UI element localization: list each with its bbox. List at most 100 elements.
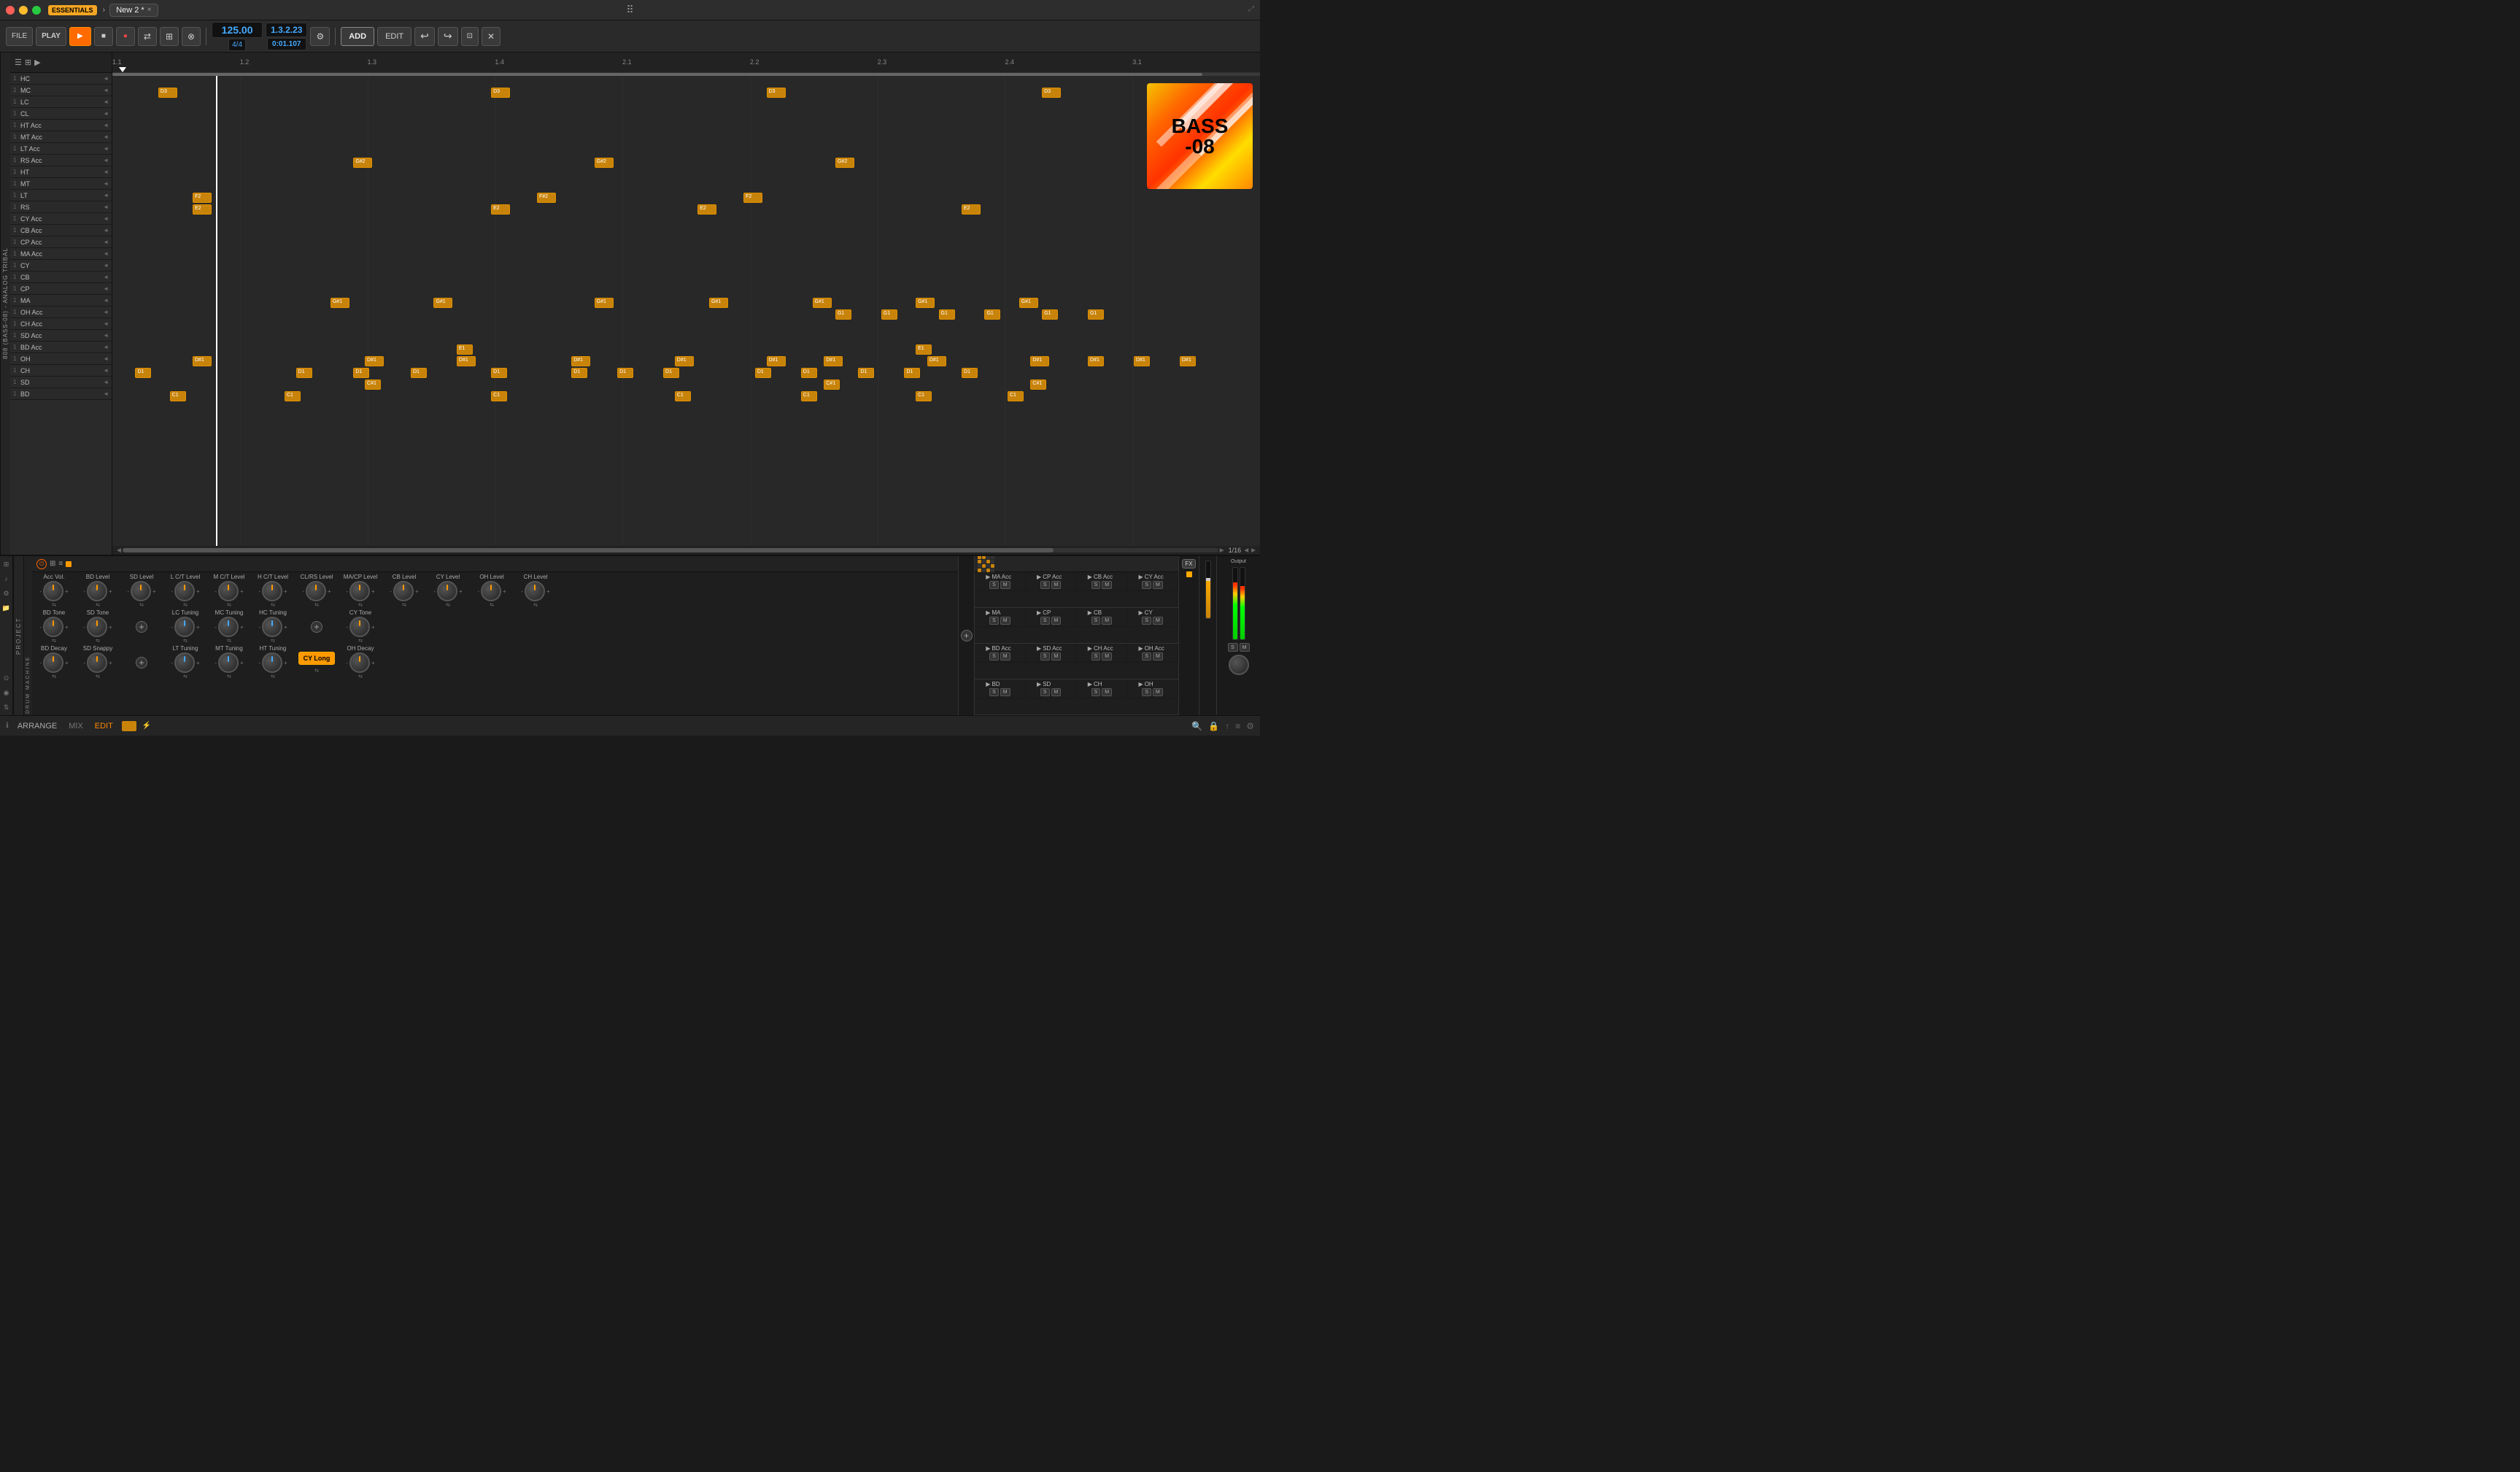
pattern-block[interactable]: C#1 bbox=[1030, 379, 1046, 390]
edit-view-button[interactable]: EDIT bbox=[92, 720, 116, 732]
mute-button[interactable]: M bbox=[1153, 617, 1163, 625]
info-icon[interactable]: ℹ bbox=[6, 722, 9, 730]
knob-reset-arrows[interactable]: ⇆ bbox=[227, 602, 231, 608]
knob-control[interactable] bbox=[525, 581, 545, 601]
pattern-block[interactable]: G1 bbox=[939, 309, 955, 320]
play-channel-button[interactable]: ▶ bbox=[986, 609, 990, 616]
play-channel-button[interactable]: ▶ bbox=[1139, 574, 1143, 580]
pattern-block[interactable]: G1 bbox=[984, 309, 1000, 320]
knob-plus-button[interactable]: + bbox=[240, 624, 244, 631]
pattern-block[interactable]: E2 bbox=[962, 204, 981, 215]
list-icon[interactable]: ☰ bbox=[15, 58, 22, 67]
mute-button[interactable]: M bbox=[1153, 652, 1163, 660]
add-effect-button-row3[interactable]: + bbox=[136, 657, 147, 668]
knob-reset-arrows[interactable]: ⇆ bbox=[402, 602, 406, 608]
scroll-left-button[interactable]: ◄ bbox=[115, 547, 123, 555]
mute-button[interactable]: M bbox=[1000, 652, 1010, 660]
pattern-block[interactable]: G1 bbox=[1088, 309, 1104, 320]
knob-control[interactable] bbox=[262, 652, 282, 673]
track-row[interactable]: 1 CP ◄ bbox=[10, 283, 112, 295]
share-icon[interactable]: ↑ bbox=[1225, 721, 1229, 731]
mute-button[interactable]: M bbox=[1000, 617, 1010, 625]
active-tab[interactable]: New 2 * × bbox=[109, 4, 158, 17]
knob-reset-arrows[interactable]: ⇆ bbox=[96, 602, 100, 608]
pattern-block[interactable]: F2 bbox=[193, 193, 212, 203]
pattern-block[interactable]: C1 bbox=[675, 391, 691, 401]
solo-button[interactable]: S bbox=[1142, 688, 1151, 696]
pattern-block[interactable]: C1 bbox=[801, 391, 817, 401]
pattern-block[interactable]: D3 bbox=[158, 88, 177, 98]
play-channel-button[interactable]: ▶ bbox=[1088, 681, 1092, 687]
midi-button[interactable]: ⊡ bbox=[461, 27, 479, 46]
pattern-block[interactable]: D1 bbox=[571, 368, 587, 378]
undo-button[interactable]: ↩ bbox=[414, 27, 435, 46]
pattern-block[interactable]: C#1 bbox=[365, 379, 381, 390]
knob-minus-button[interactable]: - bbox=[302, 588, 304, 595]
tab-close-button[interactable]: × bbox=[147, 6, 152, 14]
play-channel-button[interactable]: ▶ bbox=[986, 681, 990, 687]
mute-button[interactable]: M bbox=[1153, 581, 1163, 589]
knob-plus-button[interactable]: + bbox=[65, 660, 69, 666]
pattern-block[interactable]: D3 bbox=[767, 88, 786, 98]
pattern-block[interactable]: G#1 bbox=[595, 298, 614, 308]
track-row[interactable]: 1 BD Acc ◄ bbox=[10, 342, 112, 353]
pattern-block[interactable]: F#2 bbox=[537, 193, 556, 203]
knob-reset-arrows[interactable]: ⇆ bbox=[139, 602, 144, 608]
play-button[interactable]: ▶ bbox=[69, 27, 91, 46]
knob-plus-button[interactable]: + bbox=[196, 588, 200, 595]
knob-plus-button[interactable]: + bbox=[459, 588, 463, 595]
track-row[interactable]: 1 CY Acc ◄ bbox=[10, 213, 112, 225]
fullscreen-icon[interactable]: ⤢ bbox=[1248, 5, 1254, 13]
pattern-block[interactable]: D#1 bbox=[193, 356, 212, 366]
solo-button[interactable]: S bbox=[989, 688, 999, 696]
mute-button[interactable]: M bbox=[1000, 581, 1010, 589]
knob-control[interactable] bbox=[131, 581, 151, 601]
knob-plus-button[interactable]: + bbox=[240, 588, 244, 595]
knob-minus-button[interactable]: - bbox=[433, 588, 436, 595]
pattern-block[interactable]: G#1 bbox=[813, 298, 832, 308]
play-channel-button[interactable]: ▶ bbox=[1037, 574, 1041, 580]
knob-minus-button[interactable]: - bbox=[39, 660, 42, 666]
knob-control[interactable] bbox=[174, 617, 195, 637]
pattern-block[interactable]: C1 bbox=[1008, 391, 1024, 401]
bpm-display[interactable]: 125.00 bbox=[212, 22, 263, 38]
knob-minus-button[interactable]: - bbox=[214, 588, 217, 595]
file-button[interactable]: FILE bbox=[6, 27, 33, 46]
play-channel-button[interactable]: ▶ bbox=[986, 645, 990, 652]
pattern-block[interactable]: D1 bbox=[904, 368, 920, 378]
pattern-block[interactable]: D#1 bbox=[824, 356, 843, 366]
knob-plus-button[interactable]: + bbox=[240, 660, 244, 666]
pattern-block[interactable]: D1 bbox=[353, 368, 369, 378]
track-row[interactable]: 1 MT ◄ bbox=[10, 178, 112, 190]
knob-control[interactable] bbox=[43, 652, 63, 673]
time-sig-display[interactable]: 4/4 bbox=[228, 39, 246, 51]
knob-plus-button[interactable]: + bbox=[65, 588, 69, 595]
output-knob[interactable] bbox=[1229, 655, 1249, 675]
knob-control[interactable] bbox=[218, 652, 239, 673]
settings-gear-icon[interactable]: ⚙ bbox=[1246, 721, 1254, 731]
knob-plus-button[interactable]: + bbox=[371, 660, 375, 666]
solo-button[interactable]: S bbox=[1040, 617, 1050, 625]
loop-toggle-button[interactable]: ⇄ bbox=[138, 27, 157, 46]
grid-btn-1[interactable]: ⊞ bbox=[50, 560, 55, 568]
pattern-block[interactable]: G#2 bbox=[595, 158, 614, 168]
knob-control[interactable] bbox=[218, 581, 239, 601]
knob-control[interactable] bbox=[349, 581, 370, 601]
track-row[interactable]: 1 LT ◄ bbox=[10, 190, 112, 201]
zoom-out-icon[interactable]: ◄ bbox=[1242, 547, 1250, 555]
pattern-block[interactable]: G1 bbox=[1042, 309, 1058, 320]
pattern-block[interactable]: G#1 bbox=[331, 298, 349, 308]
volume-fader-track[interactable] bbox=[1205, 560, 1211, 619]
solo-button[interactable]: S bbox=[989, 617, 999, 625]
knob-minus-button[interactable]: - bbox=[171, 624, 173, 631]
pattern-block[interactable]: C1 bbox=[285, 391, 301, 401]
pattern-block[interactable]: E1 bbox=[916, 344, 932, 355]
redo-button[interactable]: ↪ bbox=[438, 27, 458, 46]
grid-btn-2[interactable]: ≡ bbox=[58, 560, 63, 568]
mute-button[interactable]: M bbox=[1051, 617, 1062, 625]
knob-control[interactable] bbox=[437, 581, 457, 601]
knob-plus-button[interactable]: + bbox=[109, 588, 112, 595]
knob-reset-arrows[interactable]: ⇆ bbox=[446, 602, 450, 608]
knob-plus-button[interactable]: + bbox=[284, 624, 287, 631]
track-row[interactable]: 1 MC ◄ bbox=[10, 85, 112, 96]
